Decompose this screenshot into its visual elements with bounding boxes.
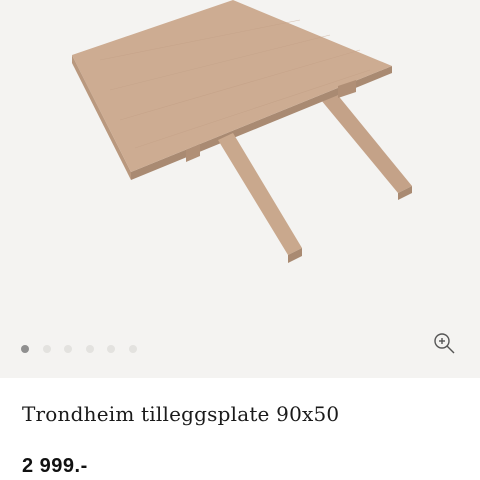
rail-left-side: [218, 133, 302, 255]
gallery-dot-4[interactable]: [85, 345, 94, 353]
gallery-dot-5[interactable]: [107, 345, 115, 353]
zoom-in-icon[interactable]: [432, 331, 456, 355]
product-image[interactable]: [0, 0, 480, 378]
product-price: 2 999.-: [22, 455, 88, 477]
product-image-gallery[interactable]: [0, 0, 480, 378]
gallery-dot-1[interactable]: [21, 345, 29, 353]
gallery-dot-3[interactable]: [64, 345, 72, 353]
gallery-dot-6[interactable]: [128, 345, 137, 353]
gallery-pagination: [21, 345, 137, 353]
gallery-dot-2[interactable]: [42, 345, 51, 353]
rail-right-side: [321, 93, 412, 193]
product-title: Trondheim tilleggsplate 90x50: [22, 402, 340, 426]
